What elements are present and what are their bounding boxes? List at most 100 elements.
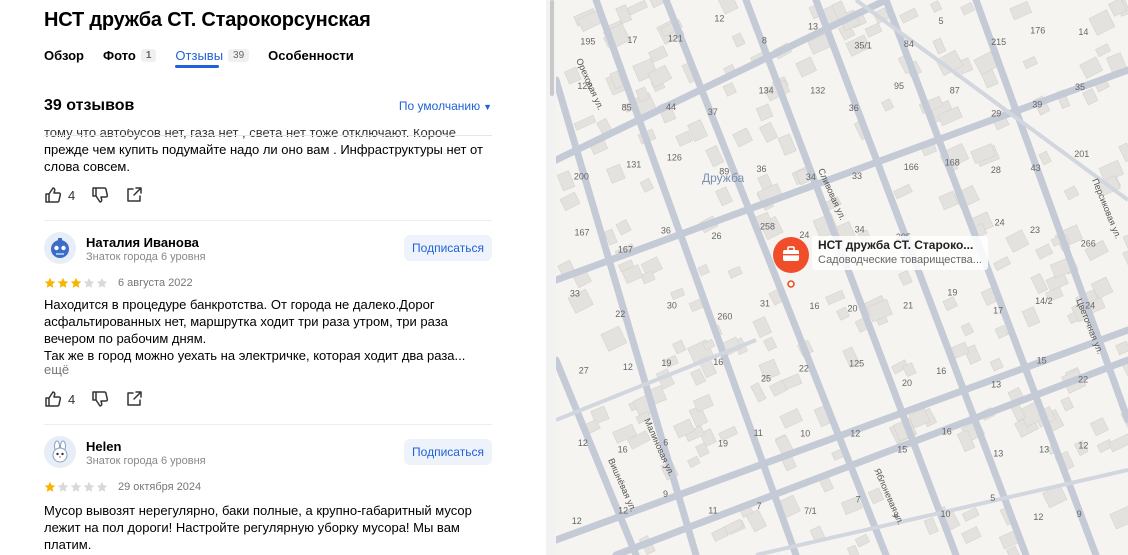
tab-features[interactable]: Особенности xyxy=(268,46,354,64)
building xyxy=(1115,340,1128,356)
house-number: 167 xyxy=(618,245,633,255)
house-number: 15 xyxy=(897,445,907,455)
map-view[interactable]: Ореховая ул. Сливовая ул. Персиковая ул. Цв… xyxy=(556,0,1128,555)
like-count: 4 xyxy=(68,187,76,203)
house-number: 7 xyxy=(757,501,762,511)
house-number: 266 xyxy=(1081,239,1096,249)
star-empty-icon xyxy=(96,277,108,288)
building xyxy=(1118,142,1128,163)
building xyxy=(1122,244,1128,267)
house-number: 258 xyxy=(760,222,775,232)
building xyxy=(763,336,778,352)
house-number: 36 xyxy=(757,164,767,174)
building xyxy=(717,0,739,15)
share-button[interactable] xyxy=(125,390,143,408)
subscribe-button[interactable]: Подписаться xyxy=(404,235,492,261)
building xyxy=(932,37,947,55)
building xyxy=(675,130,694,147)
house-number: 11 xyxy=(708,505,717,515)
house-number: 200 xyxy=(574,171,589,181)
review-date: 6 августа 2022 xyxy=(118,277,193,289)
house-number: 11 xyxy=(754,428,763,438)
house-number: 126 xyxy=(667,153,682,163)
header-divider xyxy=(44,135,492,136)
map-pin-label[interactable]: НСТ дружба СТ. Староко... Садоводческие … xyxy=(812,236,988,270)
building xyxy=(600,325,628,352)
tab-reviews[interactable]: Отзывы 39 xyxy=(175,46,250,68)
review-actions: 4 xyxy=(44,186,159,204)
star-empty-icon xyxy=(96,481,108,492)
scrollbar-thumb[interactable] xyxy=(550,0,554,96)
review-author[interactable]: Наталия Иванова xyxy=(86,235,199,250)
building xyxy=(573,114,597,131)
house-number: 260 xyxy=(717,311,732,321)
house-number: 17 xyxy=(627,35,637,45)
building xyxy=(755,103,774,122)
house-number: 43 xyxy=(1031,163,1041,173)
building xyxy=(715,186,733,207)
house-number: 87 xyxy=(950,86,960,96)
read-more-link[interactable]: ещё xyxy=(44,362,69,377)
like-button[interactable]: 4 xyxy=(44,186,75,204)
house-number: 22 xyxy=(799,364,809,374)
dislike-button[interactable] xyxy=(91,186,109,204)
avatar[interactable] xyxy=(44,436,76,468)
map-pin[interactable] xyxy=(772,236,810,288)
building xyxy=(1009,0,1033,21)
house-number: 14 xyxy=(1078,27,1088,37)
house-number: 26 xyxy=(712,231,722,241)
building xyxy=(993,256,1011,271)
house-number: 12 xyxy=(714,14,724,24)
house-number: 16 xyxy=(618,444,628,454)
house-number: 22 xyxy=(615,309,625,319)
building xyxy=(1063,185,1080,201)
star-filled-icon xyxy=(70,277,82,288)
sort-dropdown[interactable]: По умолчанию ▼ xyxy=(399,99,492,113)
building xyxy=(960,322,975,337)
house-number: 36 xyxy=(661,225,671,235)
building xyxy=(672,339,687,355)
dislike-button[interactable] xyxy=(91,390,109,408)
building xyxy=(1122,228,1128,251)
review-text: Находится в процедуре банкротства. От го… xyxy=(44,297,466,363)
star-filled-icon xyxy=(44,277,56,288)
house-number: 176 xyxy=(1030,25,1045,35)
building xyxy=(1021,306,1041,328)
star-empty-icon xyxy=(70,481,82,492)
star-filled-icon xyxy=(57,277,69,288)
house-number: 10 xyxy=(800,429,810,439)
house-number: 20 xyxy=(848,304,858,314)
tab-overview-label: Обзор xyxy=(44,47,84,63)
avatar[interactable] xyxy=(44,232,76,264)
house-number: 201 xyxy=(1074,149,1089,159)
tab-photos-count: 1 xyxy=(140,48,157,62)
review-author[interactable]: Helen xyxy=(86,439,121,454)
building xyxy=(639,177,655,193)
building xyxy=(1035,243,1054,260)
like-button[interactable]: 4 xyxy=(44,390,75,408)
review-actions: 4 xyxy=(44,390,159,408)
house-number: 9 xyxy=(1077,509,1082,519)
house-number: 19 xyxy=(661,358,671,368)
share-icon xyxy=(127,187,142,202)
share-button[interactable] xyxy=(125,186,143,204)
house-number: 5 xyxy=(990,493,995,503)
tab-features-label: Особенности xyxy=(268,47,354,63)
subscribe-button[interactable]: Подписаться xyxy=(404,439,492,465)
house-number: 13 xyxy=(808,22,818,32)
robot-avatar-icon xyxy=(51,238,69,258)
building xyxy=(1038,150,1052,166)
building xyxy=(881,98,895,112)
building xyxy=(615,219,632,236)
house-number: 132 xyxy=(810,86,825,96)
tab-overview[interactable]: Обзор xyxy=(44,46,84,64)
house-number: 134 xyxy=(759,85,774,95)
building xyxy=(1060,396,1074,412)
review-text: Мусор вывозят нерегулярно, баки полные, … xyxy=(44,503,472,552)
tab-photos[interactable]: Фото 1 xyxy=(103,46,157,64)
tab-bar: Обзор Фото 1 Отзывы 39 Особенности xyxy=(44,46,373,68)
building xyxy=(923,517,939,535)
house-number: 122 xyxy=(577,81,592,91)
pin-subtitle: Садоводческие товарищества... xyxy=(818,254,982,266)
building xyxy=(795,56,817,78)
